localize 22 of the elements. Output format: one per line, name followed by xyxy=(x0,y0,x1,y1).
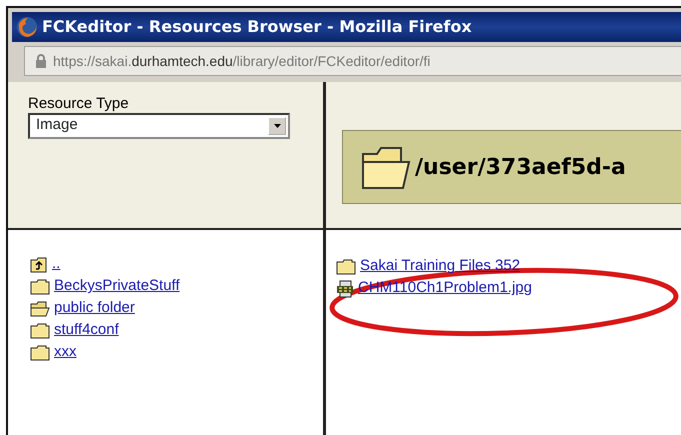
window-title: FCKeditor - Resources Browser - Mozilla Firefox xyxy=(42,16,472,38)
folder-icon xyxy=(30,344,50,360)
address-field[interactable]: https://sakai.durhamtech.edu/library/editor/FCKeditor/editor/fi xyxy=(24,46,681,76)
folder-link[interactable]: BeckysPrivateStuff xyxy=(54,275,180,298)
folder-icon xyxy=(30,322,50,338)
folder-path: /user/373aef5d-a xyxy=(415,154,626,182)
folder-link[interactable]: public folder xyxy=(54,297,135,320)
folder-link[interactable]: .. xyxy=(52,253,60,276)
lock-icon xyxy=(35,54,47,68)
resource-type-label: Resource Type xyxy=(28,96,130,112)
open-folder-icon xyxy=(30,300,50,316)
resource-type-select[interactable]: Image xyxy=(28,112,290,138)
browser-logo-icon xyxy=(16,16,38,38)
folder-icon xyxy=(30,278,50,294)
image-file-icon xyxy=(336,280,354,298)
folder-icon xyxy=(336,258,356,274)
url-text: https://sakai.durhamtech.edu/library/editor/FCKeditor/editor/fi xyxy=(53,52,430,71)
folder-link[interactable]: stuff4conf xyxy=(54,319,119,342)
parent-folder-icon xyxy=(30,256,48,272)
dropdown-arrow-icon xyxy=(274,124,280,128)
folder-icon xyxy=(361,144,411,190)
folder-link[interactable]: xxx xyxy=(54,341,76,364)
